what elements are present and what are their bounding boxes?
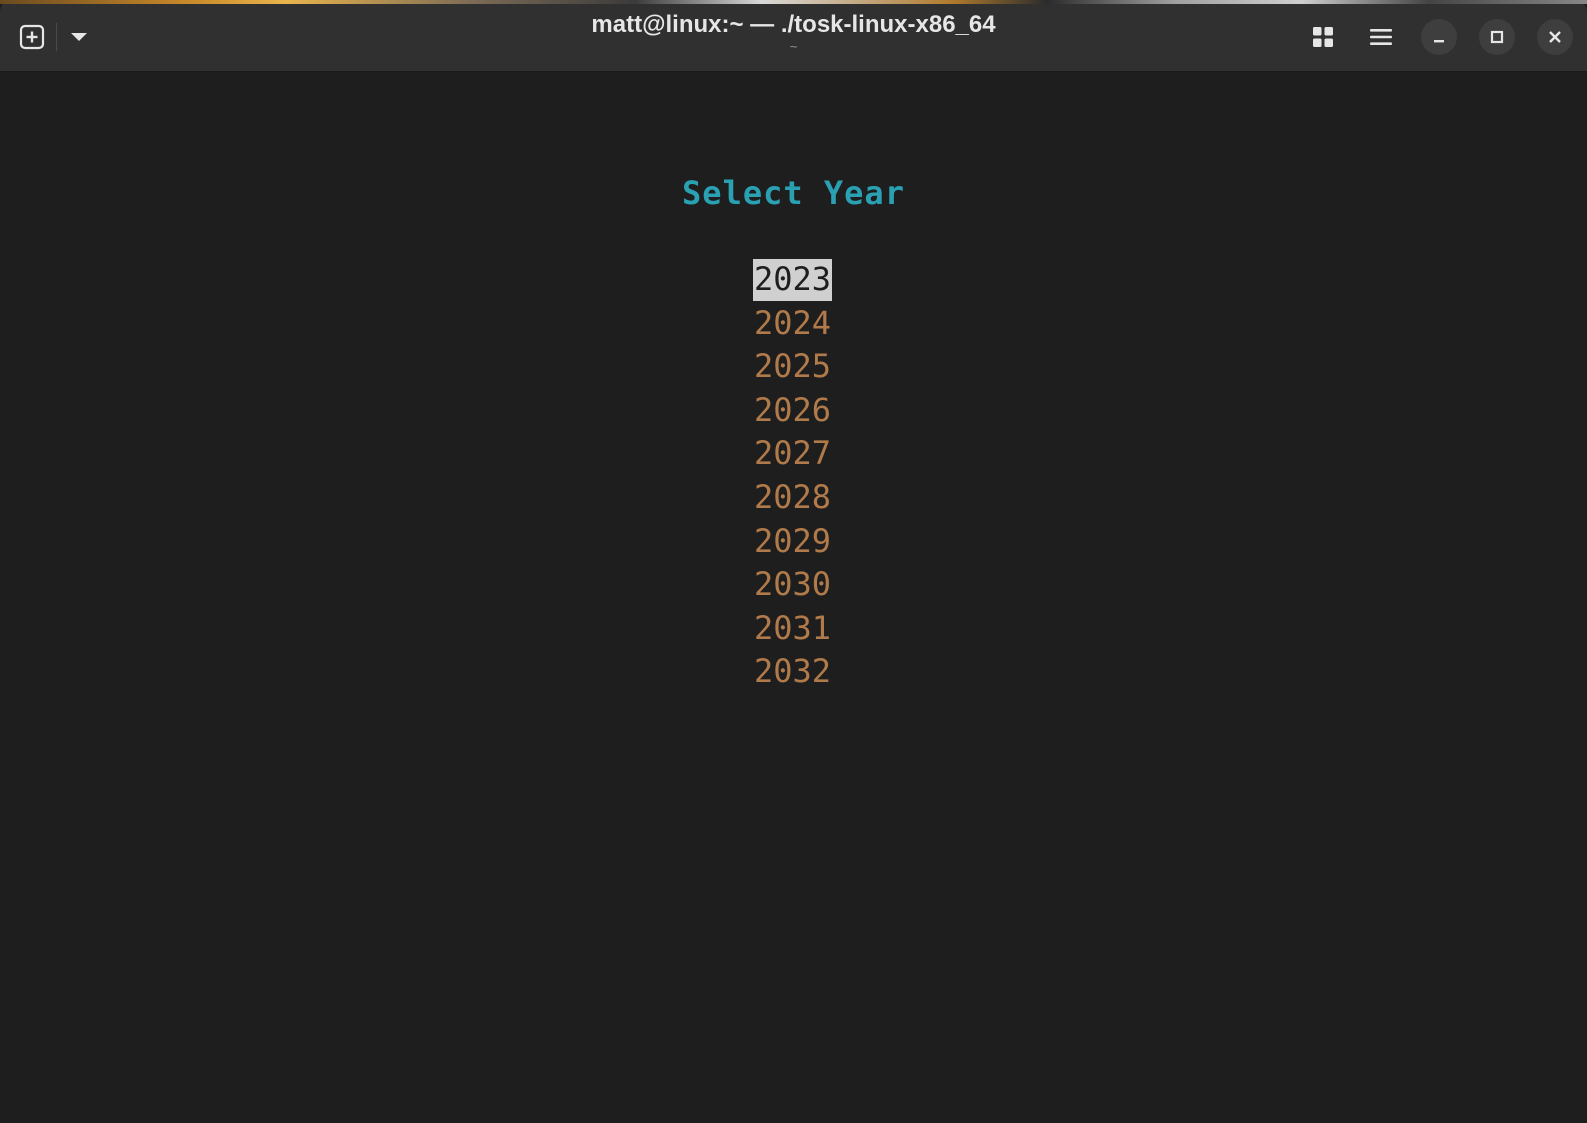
year-option-selected[interactable]: 2023	[753, 258, 833, 302]
year-option-label: 2030	[754, 565, 832, 604]
year-option[interactable]: 2026	[753, 389, 833, 433]
year-option-label: 2032	[754, 652, 832, 691]
year-option-label: 2029	[754, 521, 832, 560]
headerbar-left-controls	[16, 22, 95, 52]
year-option-label: 2027	[754, 434, 832, 473]
year-option-label: 2023	[753, 259, 833, 301]
year-option-label: 2024	[754, 303, 832, 342]
close-icon	[1549, 31, 1561, 43]
year-option-label: 2026	[754, 390, 832, 429]
terminal-viewport[interactable]: Select Year 2023 2024 2025 2026 2027 2028 2029…	[0, 72, 1587, 1123]
maximize-icon	[1490, 30, 1504, 44]
year-option-label: 2028	[754, 477, 832, 516]
hamburger-menu-icon	[1370, 29, 1392, 45]
year-option[interactable]: 2029	[753, 520, 833, 564]
grid-icon	[1313, 27, 1333, 47]
year-list: 2023 2024 2025 2026 2027 2028 2029 2030 2031 2032	[753, 258, 833, 694]
year-option[interactable]: 2027	[753, 432, 833, 476]
headerbar: matt@linux:~ — ./tosk-linux-x86_64 ~	[0, 0, 1587, 72]
new-tab-button[interactable]	[16, 22, 48, 52]
year-option[interactable]: 2030	[753, 563, 833, 607]
tab-menu-button[interactable]	[63, 22, 95, 52]
main-menu-button[interactable]	[1363, 19, 1399, 55]
minimize-icon	[1434, 40, 1444, 43]
chevron-down-icon	[71, 33, 87, 41]
year-option-label: 2031	[754, 608, 832, 647]
select-year-heading: Select Year	[682, 174, 905, 212]
view-switcher-button[interactable]	[1305, 19, 1341, 55]
year-option[interactable]: 2024	[753, 302, 833, 346]
year-option[interactable]: 2031	[753, 607, 833, 651]
year-option[interactable]: 2025	[753, 345, 833, 389]
wallpaper-edge	[0, 0, 1587, 4]
headerbar-right-controls	[1305, 19, 1573, 55]
divider	[56, 23, 57, 51]
plus-square-icon	[19, 24, 45, 50]
close-button[interactable]	[1537, 19, 1573, 55]
year-option[interactable]: 2028	[753, 476, 833, 520]
maximize-button[interactable]	[1479, 19, 1515, 55]
year-option[interactable]: 2032	[753, 650, 833, 694]
minimize-button[interactable]	[1421, 19, 1457, 55]
terminal-window: matt@linux:~ — ./tosk-linux-x86_64 ~ Sel…	[0, 0, 1587, 1123]
year-option-label: 2025	[754, 347, 832, 386]
